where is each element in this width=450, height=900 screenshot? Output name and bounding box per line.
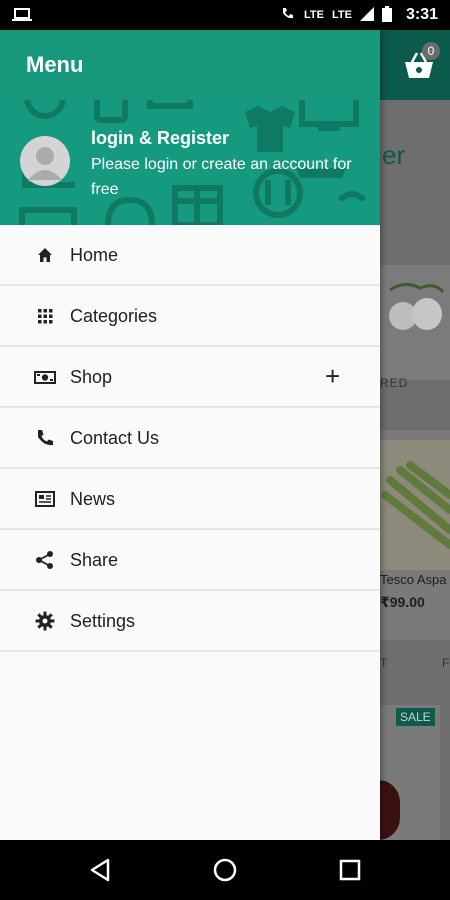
user-icon [28,147,62,180]
drawer-title: Menu [26,52,84,77]
battery-icon [381,5,392,25]
asparagus-image [380,440,450,570]
cart-button[interactable]: 0 [402,42,440,82]
share-icon [34,549,56,571]
home-icon [34,244,56,266]
signal-icon [359,6,374,24]
network-label-2: LTE [332,9,352,21]
menu-item-label: Contact Us [70,428,160,448]
menu-item-label: Home [70,245,119,265]
login-register-link[interactable]: login & Register [91,128,229,149]
phone-icon [34,427,56,449]
recents-square-icon [339,859,361,881]
tab-fragment[interactable]: T [380,656,387,670]
menu-item-label: Settings [70,611,136,631]
garlic-image [389,283,445,330]
drawer-header[interactable]: login & Register Please login or create … [0,100,380,225]
recents-button[interactable] [336,856,364,884]
system-navigation-bar [0,840,450,900]
status-bar: LTE LTE 3:31 [0,0,450,30]
back-triangle-icon [90,858,110,882]
menu-item-categories[interactable]: Categories [0,286,380,347]
cart-count-badge: 0 [422,42,440,60]
money-icon [34,366,56,388]
network-label-1: LTE [304,9,324,21]
menu-item-settings[interactable]: Settings [0,591,380,652]
sale-badge: SALE [396,708,435,726]
menu-item-news[interactable]: News [0,469,380,530]
product-name: Tesco Aspa [380,572,447,587]
menu-item-label: News [70,489,116,509]
back-button[interactable] [86,856,114,884]
login-subtitle: Please login or create an account for fr… [91,156,352,198]
menu-item-label: Shop [70,367,113,387]
navigation-drawer: Menu login & Register Please login or cr… [0,30,380,840]
menu-item-home[interactable]: Home [0,225,380,286]
menu-item-label: Share [70,550,119,570]
newspaper-icon [34,488,56,510]
section-heading-fragment: er [382,140,406,170]
drawer-toolbar: Menu [0,30,380,100]
menu-item-label: Categories [70,306,158,326]
laptop-icon [12,8,32,27]
gear-icon [34,610,56,632]
drawer-menu: Home Categories Shop + Contact Us News S… [0,225,380,652]
status-time: 3:31 [405,6,438,23]
menu-item-contact-us[interactable]: Contact Us [0,408,380,469]
menu-item-share[interactable]: Share [0,530,380,591]
home-circle-icon [213,858,237,882]
menu-item-shop[interactable]: Shop + [0,347,380,408]
grid-icon [34,305,56,327]
wifi-calling-icon [280,6,296,25]
avatar[interactable] [20,136,70,186]
product-price: ₹99.00 [380,594,425,610]
tab-fragment[interactable]: F [442,656,449,670]
featured-label-fragment: RED [380,376,409,390]
home-button[interactable] [211,856,239,884]
expand-plus-icon[interactable]: + [325,363,340,389]
